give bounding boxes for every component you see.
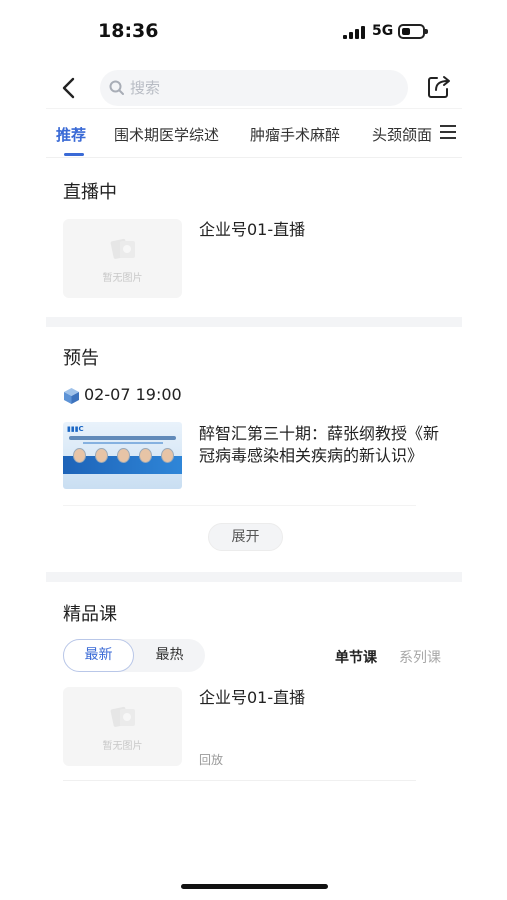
- image-placeholder-text: 暂无图片: [102, 273, 143, 284]
- sort-hottest-button[interactable]: 最热: [134, 639, 205, 672]
- live-item-thumbnail[interactable]: 暂无图片: [63, 219, 182, 298]
- preview-poster-image[interactable]: ▮▮▮C: [63, 422, 182, 489]
- status-time: 18:36: [98, 20, 159, 42]
- course-item-thumbnail[interactable]: 暂无图片: [63, 687, 182, 766]
- section-divider: [46, 317, 462, 327]
- signal-icon: [343, 26, 365, 39]
- sort-toggle: 最新 最热: [63, 639, 205, 672]
- share-button[interactable]: [424, 71, 454, 103]
- category-tab-strip: 推荐 围术期医学综述 肿瘤手术麻醉 头颈颌面: [46, 108, 434, 158]
- live-item-title[interactable]: 企业号01-直播: [199, 219, 305, 241]
- tab-tumor-anesthesia[interactable]: 肿瘤手术麻醉: [250, 124, 340, 145]
- tab-recommend[interactable]: 推荐: [56, 124, 86, 145]
- chevron-left-icon: [62, 77, 75, 99]
- image-placeholder-icon: [110, 706, 135, 727]
- network-label: 5G: [372, 23, 394, 39]
- live-section-title: 直播中: [63, 182, 117, 203]
- search-icon: [109, 80, 124, 95]
- menu-icon[interactable]: [440, 125, 456, 139]
- back-button[interactable]: [56, 72, 84, 104]
- courses-section-title: 精品课: [63, 604, 117, 625]
- battery-icon: [398, 24, 428, 39]
- search-input[interactable]: [130, 76, 380, 100]
- share-icon: [428, 76, 450, 98]
- status-bar: 18:36 5G: [0, 0, 507, 62]
- cube-icon: [64, 388, 79, 404]
- preview-date-time: 02-07 19:00: [84, 385, 182, 404]
- image-placeholder-text: 暂无图片: [102, 741, 143, 752]
- preview-section-title: 预告: [63, 348, 99, 369]
- sort-latest-button[interactable]: 最新: [63, 639, 134, 672]
- expand-button[interactable]: 展开: [208, 523, 283, 551]
- preview-item-title[interactable]: 醉智汇第三十期：薛张纲教授《新冠病毒感染相关疾病的新认识》: [199, 423, 449, 467]
- section-divider: [46, 572, 462, 582]
- tab-head-neck[interactable]: 头颈颌面: [372, 124, 432, 145]
- tab-perioperative[interactable]: 围术期医学综述: [114, 124, 219, 145]
- tab-series-course[interactable]: 系列课: [399, 647, 441, 667]
- home-indicator: [181, 884, 328, 889]
- divider: [63, 780, 416, 781]
- course-item-status: 回放: [199, 753, 224, 767]
- image-placeholder-icon: [110, 238, 135, 259]
- active-tab-indicator: [64, 153, 84, 156]
- tab-single-lesson[interactable]: 单节课: [335, 647, 377, 667]
- search-bar[interactable]: [100, 70, 408, 106]
- divider: [63, 505, 416, 506]
- poster-logo: ▮▮▮C: [67, 425, 84, 433]
- course-item-title[interactable]: 企业号01-直播: [199, 687, 305, 709]
